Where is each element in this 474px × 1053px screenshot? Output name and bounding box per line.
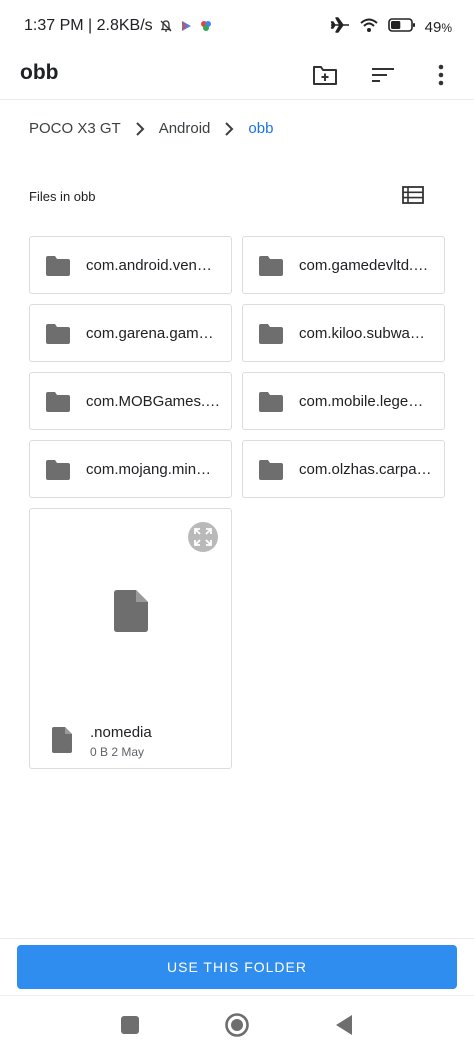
file-preview-icon: [114, 590, 148, 632]
mute-bell-icon: [159, 19, 173, 33]
files-header: Files in obb: [29, 186, 429, 210]
folder-item[interactable]: com.android.ven…: [29, 236, 232, 294]
breadcrumb: POCO X3 GT Android obb: [29, 120, 273, 137]
battery-percent-suffix: %: [441, 20, 452, 35]
divider: [0, 995, 474, 996]
airplane-icon: [330, 17, 350, 37]
recents-square-icon: [121, 1016, 139, 1034]
expand-preview-button[interactable]: [188, 522, 218, 552]
folder-name: com.olzhas.carpa…: [299, 461, 432, 478]
battery-percent: 49%: [425, 19, 452, 36]
use-this-folder-button[interactable]: USE THIS FOLDER: [17, 945, 457, 989]
page-title: obb: [20, 61, 59, 84]
folder-icon: [46, 324, 70, 344]
folder-icon: [46, 256, 70, 276]
folder-icon: [259, 392, 283, 412]
sort-icon: [372, 68, 394, 82]
home-circle-icon: [225, 1013, 249, 1037]
recents-button[interactable]: [117, 1012, 143, 1038]
folder-item[interactable]: com.mojang.min…: [29, 440, 232, 498]
folder-item[interactable]: com.gamedevltd.…: [242, 236, 445, 294]
home-button[interactable]: [224, 1012, 250, 1038]
battery-percent-value: 49: [424, 18, 442, 36]
folder-name: com.gamedevltd.…: [299, 257, 429, 274]
folder-name: com.mojang.min…: [86, 461, 212, 478]
more-options-button[interactable]: [426, 60, 456, 90]
divider: [0, 938, 474, 939]
folder-name: com.garena.gam…: [86, 325, 214, 342]
folder-icon: [46, 392, 70, 412]
breadcrumb-item-current[interactable]: obb: [248, 120, 273, 137]
folder-item[interactable]: com.olzhas.carpa…: [242, 440, 445, 498]
status-time-speed: 1:37 PM | 2.8KB/s: [24, 17, 153, 34]
battery-icon: [387, 17, 416, 37]
new-folder-button[interactable]: [310, 60, 340, 90]
folder-icon: [46, 460, 70, 480]
folder-icon: [259, 324, 283, 344]
wifi-icon: [359, 17, 379, 37]
folder-item[interactable]: com.kiloo.subwa…: [242, 304, 445, 362]
status-left: 1:37 PM | 2.8KB/s: [24, 17, 213, 35]
chevron-right-icon: [121, 121, 159, 136]
folder-item[interactable]: com.garena.gam…: [29, 304, 232, 362]
play-store-icon: [179, 19, 193, 33]
list-view-icon: [402, 186, 424, 204]
sort-button[interactable]: [368, 60, 398, 90]
app-bar-actions: [310, 60, 456, 90]
back-triangle-icon: [336, 1015, 352, 1035]
folder-icon: [259, 460, 283, 480]
app-notification-icon: [199, 19, 213, 33]
file-icon: [52, 727, 72, 753]
status-bar: 1:37 PM | 2.8KB/s 49%: [0, 0, 474, 52]
app-bar: obb: [0, 52, 474, 100]
file-name: .nomedia: [90, 724, 152, 741]
breadcrumb-item-android[interactable]: Android: [159, 120, 211, 137]
folder-item[interactable]: com.MOBGames.…: [29, 372, 232, 430]
file-details: 0 B 2 May: [90, 745, 144, 759]
expand-icon: [194, 528, 212, 546]
file-size: 0 B: [90, 745, 109, 759]
file-item[interactable]: .nomedia 0 B 2 May: [29, 508, 232, 769]
files-section-title: Files in obb: [29, 189, 96, 204]
folder-name: com.kiloo.subwa…: [299, 325, 425, 342]
system-nav-bar: [0, 1000, 474, 1053]
folder-name: com.MOBGames.…: [86, 393, 221, 410]
list-view-button[interactable]: [402, 186, 426, 208]
folder-name: com.android.ven…: [86, 257, 212, 274]
file-date: 2 May: [111, 745, 145, 759]
folder-name: com.mobile.lege…: [299, 393, 424, 410]
new-folder-icon: [313, 66, 337, 85]
breadcrumb-item-device[interactable]: POCO X3 GT: [29, 120, 121, 137]
back-button[interactable]: [331, 1012, 357, 1038]
chevron-right-icon: [210, 121, 248, 136]
folder-icon: [259, 256, 283, 276]
more-vert-icon: [438, 64, 444, 86]
status-right: 49%: [330, 17, 452, 37]
folder-item[interactable]: com.mobile.lege…: [242, 372, 445, 430]
